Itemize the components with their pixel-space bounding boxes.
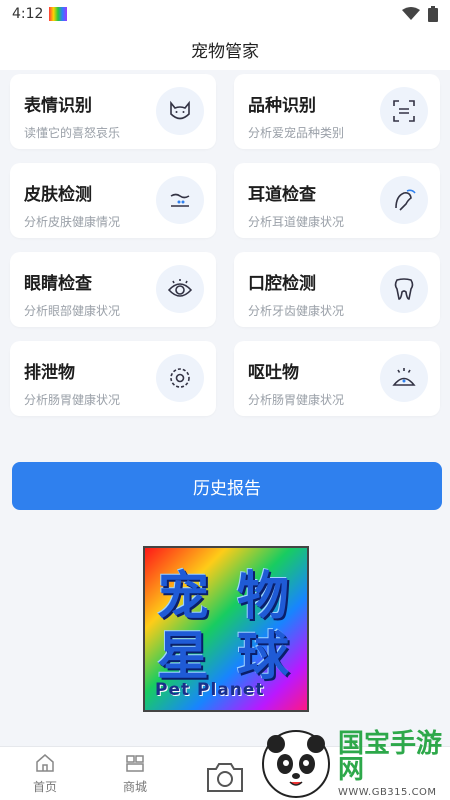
eye-icon bbox=[156, 265, 204, 313]
logo-char: 球 bbox=[237, 626, 290, 687]
watermark-title: 国宝手游网 bbox=[338, 728, 443, 785]
ear-icon bbox=[380, 176, 428, 224]
feature-grid: 表情识别 读懂它的喜怒哀乐 品种识别 分析爱宠品种类别 皮肤检测 分析皮肤健康情… bbox=[10, 74, 440, 416]
feature-card-ear[interactable]: 耳道检查 分析耳道健康状况 bbox=[234, 163, 440, 238]
watermark-url: WWW.GB315.COM bbox=[338, 786, 437, 798]
logo-char: 星 bbox=[157, 626, 210, 687]
battery-icon bbox=[428, 6, 438, 22]
status-left: 4:12 bbox=[12, 6, 68, 22]
feature-card-eye[interactable]: 眼睛检查 分析眼部健康状况 bbox=[10, 252, 216, 327]
skin-icon bbox=[156, 176, 204, 224]
watermark: 国宝手游网 WWW.GB315.COM bbox=[262, 728, 450, 800]
history-report-label: 历史报告 bbox=[193, 478, 261, 499]
tooth-icon bbox=[380, 265, 428, 313]
logo-english: Pet Planet bbox=[155, 680, 265, 700]
status-right bbox=[402, 6, 438, 22]
scan-icon bbox=[380, 87, 428, 135]
status-time: 4:12 bbox=[12, 6, 44, 22]
tab-label: 首页 bbox=[32, 780, 57, 794]
panda-logo bbox=[262, 730, 330, 798]
gear-icon bbox=[156, 354, 204, 402]
cat-face-icon bbox=[156, 87, 204, 135]
feature-card-vomit[interactable]: 呕吐物 分析肠胃健康状况 bbox=[234, 341, 440, 416]
page-title: 宠物管家 bbox=[191, 41, 259, 62]
history-report-button[interactable]: 历史报告 bbox=[12, 462, 442, 510]
feature-card-expression[interactable]: 表情识别 读懂它的喜怒哀乐 bbox=[10, 74, 216, 149]
app-notification-icon bbox=[49, 7, 68, 21]
wifi-icon bbox=[402, 7, 420, 20]
camera-icon[interactable] bbox=[205, 760, 245, 794]
status-bar: 4:12 bbox=[0, 0, 450, 28]
tab-home[interactable]: 首页 bbox=[0, 747, 90, 800]
tab-shop[interactable]: 商城 bbox=[90, 747, 180, 800]
vomit-icon bbox=[380, 354, 428, 402]
pet-planet-logo: 宠 物 星 球 Pet Planet bbox=[143, 546, 309, 712]
tab-label: 商城 bbox=[122, 780, 147, 794]
shop-icon bbox=[126, 755, 144, 772]
feature-card-oral[interactable]: 口腔检测 分析牙齿健康状况 bbox=[234, 252, 440, 327]
feature-card-breed[interactable]: 品种识别 分析爱宠品种类别 bbox=[234, 74, 440, 149]
feature-card-skin[interactable]: 皮肤检测 分析皮肤健康情况 bbox=[10, 163, 216, 238]
home-icon bbox=[36, 754, 54, 772]
feature-card-excrement[interactable]: 排泄物 分析肠胃健康状况 bbox=[10, 341, 216, 416]
app-header: 宠物管家 bbox=[0, 28, 450, 70]
